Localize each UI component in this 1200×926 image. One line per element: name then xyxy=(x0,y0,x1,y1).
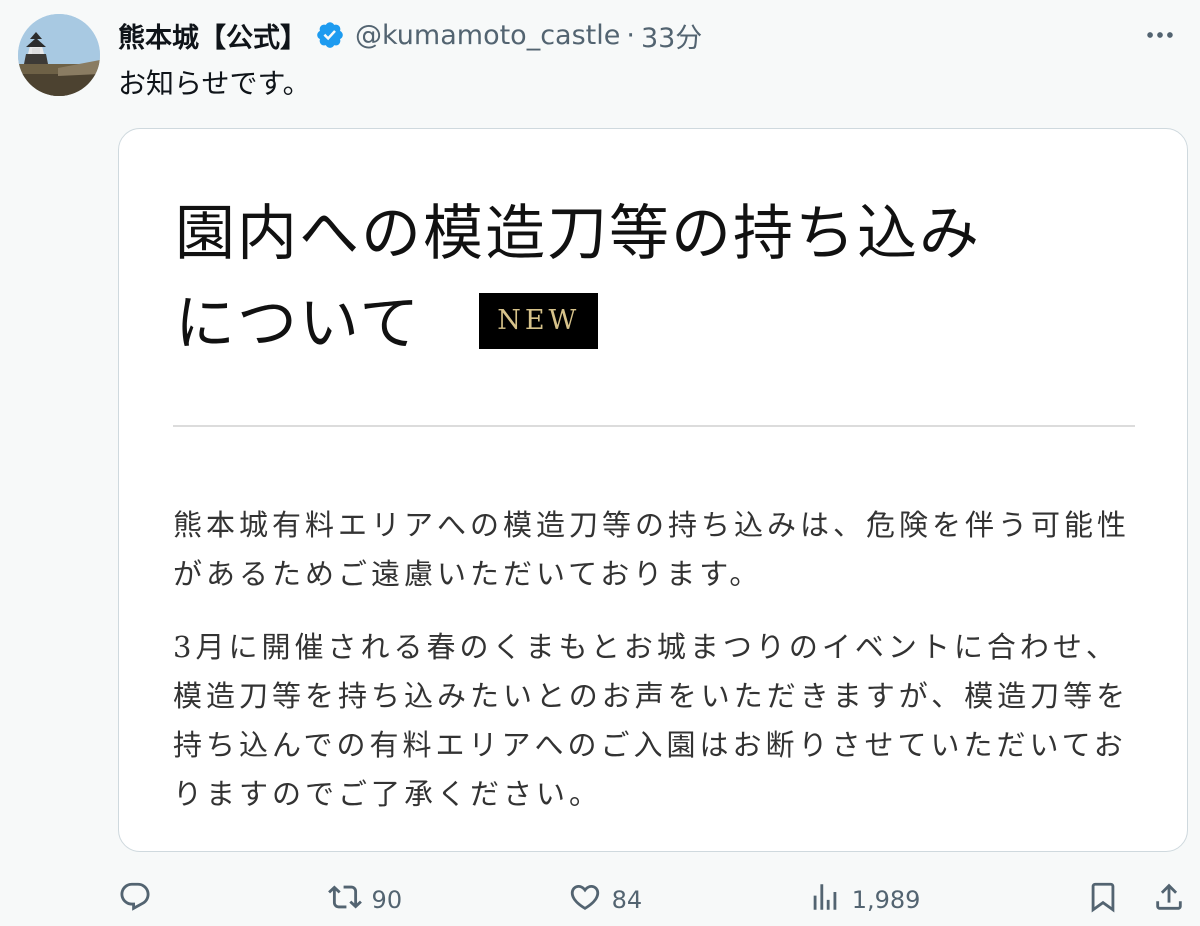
card-divider xyxy=(173,425,1135,427)
share-icon xyxy=(1152,880,1186,920)
handle[interactable]: @kumamoto_castle xyxy=(355,20,620,51)
card-title-line-2-text: について xyxy=(175,289,422,359)
tweet[interactable]: 熊本城【公式】 @kumamoto_castle · 33分 お知らせです。 園… xyxy=(0,0,1200,926)
views-icon xyxy=(808,880,842,920)
heart-icon xyxy=(568,880,602,920)
view-count: 1,989 xyxy=(851,886,921,914)
bookmark-icon xyxy=(1086,880,1120,920)
display-name[interactable]: 熊本城【公式】 xyxy=(118,16,307,55)
retweet-icon xyxy=(327,880,362,920)
castle-avatar-image xyxy=(18,14,100,96)
like-button[interactable]: 84 xyxy=(568,880,643,920)
card-paragraph-1: 熊本城有料エリアへの模造刀等の持ち込みは、危険を伴う可能性があるためご遠慮いただ… xyxy=(173,508,1131,591)
card-title-line-2: について NEW xyxy=(175,279,1115,369)
views-button[interactable]: 1,989 xyxy=(808,880,921,920)
new-badge: NEW xyxy=(479,293,599,350)
attached-image-card[interactable]: 園内への模造刀等の持ち込み について NEW 熊本城有料エリアへの模造刀等の持ち込… xyxy=(118,128,1188,852)
reply-icon xyxy=(118,880,152,920)
card-title: 園内への模造刀等の持ち込み について NEW xyxy=(175,189,1115,369)
retweet-button[interactable]: 90 xyxy=(327,880,403,920)
action-group-right xyxy=(1086,880,1186,920)
separator-dot: · xyxy=(626,19,635,51)
retweet-count: 90 xyxy=(371,886,403,914)
share-button[interactable] xyxy=(1152,880,1186,920)
card-paragraph-2: 3月に開催される春のくまもとお城まつりのイベントに合わせ、模造刀等を持ち込みたい… xyxy=(173,630,1130,811)
card-body: 熊本城有料エリアへの模造刀等の持ち込みは、危険を伴う可能性があるためご遠慮いただ… xyxy=(173,501,1133,819)
action-bar: 90 84 1,989 xyxy=(118,876,1186,924)
reply-button[interactable] xyxy=(118,880,162,920)
avatar[interactable] xyxy=(18,14,100,96)
bookmark-button[interactable] xyxy=(1086,880,1120,920)
more-icon[interactable] xyxy=(1140,18,1180,52)
like-count: 84 xyxy=(611,886,643,914)
tweet-text: お知らせです。 xyxy=(118,67,311,100)
tweet-header: 熊本城【公式】 @kumamoto_castle · 33分 xyxy=(118,14,1180,56)
card-title-line-1: 園内への模造刀等の持ち込み xyxy=(175,199,981,269)
verified-badge-icon xyxy=(315,20,345,50)
timestamp[interactable]: 33分 xyxy=(641,16,702,55)
